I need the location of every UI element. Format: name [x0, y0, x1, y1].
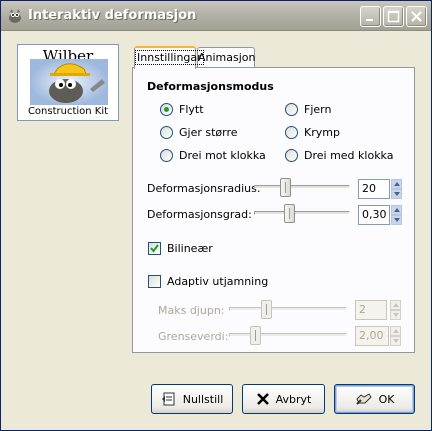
wilber-logo: Wilber Construction Kit: [17, 44, 119, 121]
tab-label: Innstillingar: [135, 50, 204, 65]
radio-flytt[interactable]: [160, 103, 173, 116]
threshold-slider-track[interactable]: [229, 333, 347, 337]
wilber-mascot-icon: [30, 59, 108, 105]
radius-spin-buttons[interactable]: [391, 179, 402, 199]
close-button[interactable]: [406, 6, 427, 27]
spin-up-icon[interactable]: [391, 179, 402, 189]
radius-spin-input[interactable]: 20: [358, 179, 390, 199]
gimp-app-icon: [9, 9, 21, 23]
minimize-icon: [366, 19, 373, 21]
amount-spin-buttons[interactable]: [391, 205, 402, 225]
spin-down-icon[interactable]: [391, 189, 402, 199]
spin-up-icon[interactable]: [391, 205, 402, 215]
radius-label: Deformasjonsradius:: [147, 182, 261, 195]
ok-button[interactable]: OK: [334, 384, 415, 414]
radius-slider-thumb[interactable]: [279, 178, 291, 197]
amount-slider-track[interactable]: [254, 211, 350, 215]
logo-subtitle: Construction Kit: [27, 106, 109, 117]
radio-gjer-storre[interactable]: [160, 126, 173, 139]
tab-label: Animasjon: [198, 51, 256, 64]
spin-up-icon[interactable]: [390, 326, 401, 336]
reset-button[interactable]: Nullstill: [151, 384, 233, 414]
bilinear-checkbox[interactable]: [148, 242, 161, 255]
tab-innstillingar[interactable]: Innstillingar: [134, 46, 204, 69]
radio-drei-med-klokka[interactable]: [285, 149, 298, 162]
adaptive-checkbox[interactable]: [148, 275, 161, 288]
radio-label-gjer-storre: Gjer større: [179, 126, 238, 139]
radius-slider-track[interactable]: [254, 185, 350, 189]
max-depth-spin-buttons[interactable]: [390, 300, 401, 320]
mode-heading: Deformasjonsmodus: [147, 80, 274, 93]
radio-selected-dot: [164, 107, 169, 112]
threshold-slider-thumb[interactable]: [250, 326, 262, 345]
amount-label: Deformasjonsgrad:: [147, 208, 252, 221]
reset-label: Nullstill: [182, 392, 224, 406]
adaptive-label: Adaptiv utjamning: [167, 275, 269, 288]
radio-label-drei-med-klokka: Drei med klokka: [304, 149, 394, 162]
spin-down-icon[interactable]: [390, 310, 401, 320]
amount-slider-thumb[interactable]: [283, 204, 295, 223]
radio-drei-mot-klokka[interactable]: [160, 149, 173, 162]
close-icon: [411, 11, 422, 22]
maximize-button[interactable]: [383, 6, 404, 27]
max-depth-slider-track[interactable]: [229, 307, 347, 311]
spin-up-icon[interactable]: [390, 300, 401, 310]
title-bar[interactable]: Interaktiv deformasjon: [1, 1, 431, 31]
max-depth-slider-thumb[interactable]: [261, 300, 273, 319]
bilinear-label: Bilineær: [167, 242, 213, 255]
ok-label: OK: [378, 392, 395, 406]
amount-spin-input[interactable]: 0,30: [358, 205, 390, 225]
max-depth-label: Maks djupn:: [158, 304, 225, 317]
radio-fjern[interactable]: [285, 103, 298, 116]
window-title: Interaktiv deformasjon: [28, 8, 197, 23]
threshold-spin-input[interactable]: 2,00: [355, 326, 389, 346]
spin-down-icon[interactable]: [390, 336, 401, 346]
cancel-label: Avbryt: [275, 392, 312, 406]
ok-hand-icon: [355, 393, 372, 405]
dialog-window: Interaktiv deformasjon Wilber Constructi…: [0, 0, 432, 431]
minimize-button[interactable]: [360, 6, 381, 27]
max-depth-spin-input[interactable]: 2: [355, 300, 387, 320]
radio-label-krymp: Krymp: [304, 126, 340, 139]
threshold-label: Grenseverdi:: [158, 330, 229, 343]
tab-animasjon[interactable]: Animasjon: [197, 47, 256, 68]
maximize-icon: [387, 10, 400, 23]
checkmark-icon: [150, 244, 159, 253]
cancel-button[interactable]: Avbryt: [242, 384, 325, 414]
radio-label-drei-mot-klokka: Drei mot klokka: [179, 149, 266, 162]
radio-krymp[interactable]: [285, 126, 298, 139]
cancel-x-icon: [256, 393, 269, 405]
radio-label-flytt: Flytt: [179, 103, 204, 116]
reset-icon: [161, 392, 175, 406]
threshold-spin-buttons[interactable]: [390, 326, 401, 346]
spin-down-icon[interactable]: [391, 215, 402, 225]
radio-label-fjern: Fjern: [304, 103, 332, 116]
